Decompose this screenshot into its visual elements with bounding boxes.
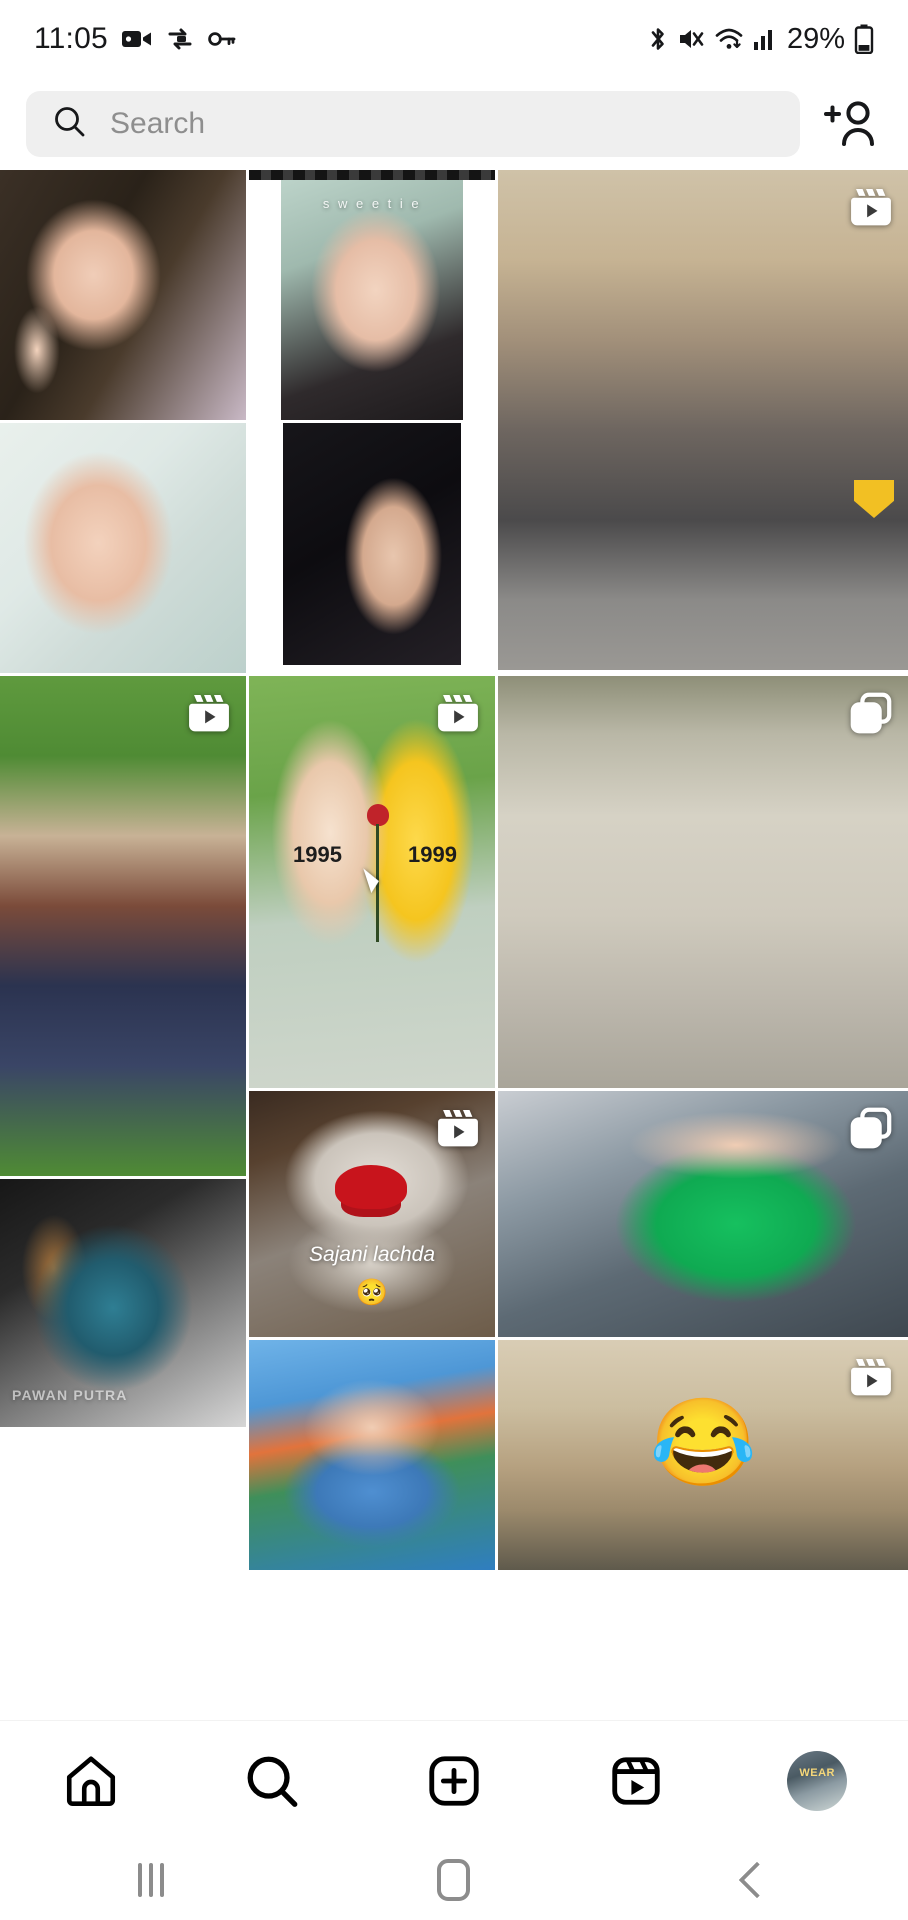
- nav-reels[interactable]: [581, 1733, 691, 1829]
- search-icon: [52, 104, 88, 145]
- search-bar[interactable]: Search: [26, 91, 800, 157]
- grid-tile-t13[interactable]: 😂: [498, 1340, 908, 1570]
- status-bar-left: 11:05: [34, 22, 236, 56]
- grid-tile-t4[interactable]: [0, 423, 246, 673]
- battery-icon: [854, 24, 874, 54]
- status-bar-right: 29%: [648, 23, 874, 56]
- grid-tile-t12[interactable]: [249, 1340, 495, 1570]
- cellular-signal-icon: [753, 27, 775, 51]
- grid-tile-t7[interactable]: 1995 1999: [249, 676, 495, 1088]
- grid-tile-t5[interactable]: [249, 423, 495, 673]
- carousel-icon: [848, 690, 894, 736]
- grid-tile-t1[interactable]: [0, 170, 246, 420]
- grid-tile-t2[interactable]: s w e e t i e: [249, 170, 495, 420]
- status-bar-clock: 11:05: [34, 22, 108, 55]
- nav-search[interactable]: [217, 1733, 327, 1829]
- grid-tile-t6[interactable]: [0, 676, 246, 1176]
- wifi-icon: [714, 27, 744, 51]
- bottom-navigation-bar: WEAR: [0, 1720, 908, 1840]
- sync-icon: [166, 27, 194, 51]
- grid-tile-t11[interactable]: PAWAN PUTRA: [0, 1179, 246, 1427]
- android-system-nav: [0, 1840, 908, 1920]
- nav-profile[interactable]: WEAR: [762, 1733, 872, 1829]
- explore-header: Search: [0, 78, 908, 170]
- reel-icon: [848, 1354, 894, 1400]
- back-chevron-icon[interactable]: [697, 1848, 817, 1912]
- add-person-button[interactable]: [818, 92, 882, 156]
- nav-home[interactable]: [36, 1733, 146, 1829]
- grid-tile-t9[interactable]: Sajani lachda 🥺: [249, 1091, 495, 1337]
- instagram-explore-screen: 11:05 29% Search s w e e t i e 1995 1999…: [0, 0, 908, 1920]
- home-square-icon[interactable]: [394, 1848, 514, 1912]
- status-bar: 11:05 29%: [0, 0, 908, 78]
- bluetooth-icon: [648, 25, 668, 53]
- grid-tile-t8[interactable]: [498, 676, 908, 1088]
- battery-percent-label: 29%: [786, 22, 845, 55]
- reel-icon: [848, 184, 894, 230]
- reel-icon: [435, 690, 481, 736]
- grid-tile-t3[interactable]: [498, 170, 908, 670]
- vpn-key-icon: [208, 29, 236, 49]
- avatar-label: WEAR: [799, 1766, 835, 1779]
- recents-icon[interactable]: [91, 1848, 211, 1912]
- carousel-icon: [848, 1105, 894, 1151]
- nav-create[interactable]: [399, 1733, 509, 1829]
- reel-icon: [435, 1105, 481, 1151]
- search-input[interactable]: Search: [110, 107, 205, 141]
- avatar[interactable]: WEAR: [787, 1750, 848, 1811]
- video-camera-icon: [121, 28, 152, 50]
- mute-icon: [677, 26, 705, 52]
- reel-icon: [186, 690, 232, 736]
- grid-tile-t10[interactable]: [498, 1091, 908, 1337]
- explore-grid: s w e e t i e 1995 1999 Sajani lachda 🥺 …: [0, 170, 908, 1570]
